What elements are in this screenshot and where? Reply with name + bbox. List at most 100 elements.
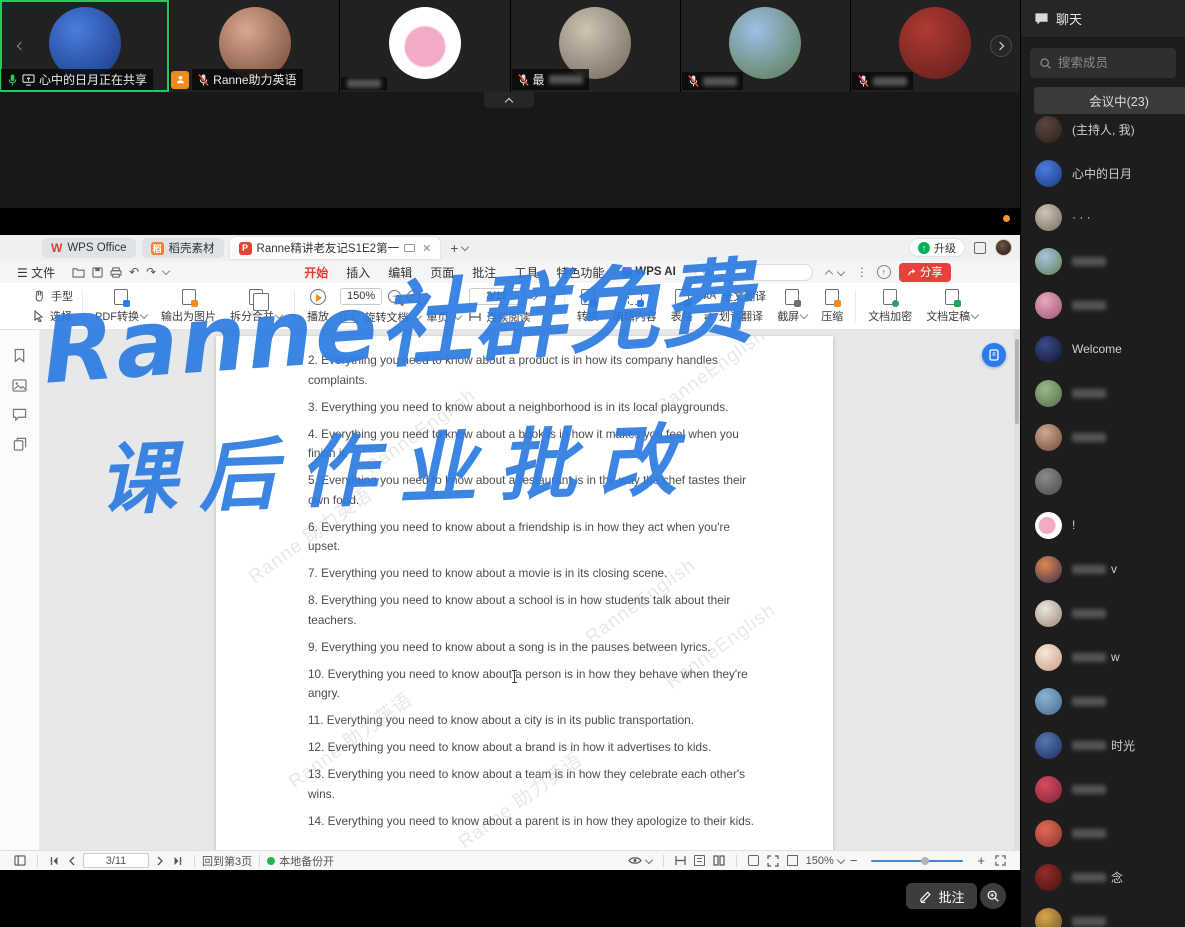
comment-bubble-icon[interactable]	[12, 408, 27, 421]
scrollbar-thumb[interactable]	[1015, 339, 1019, 424]
share-button[interactable]: 分享	[899, 263, 951, 282]
member-row[interactable]: v	[1021, 547, 1185, 591]
member-row[interactable]: (主持人, 我)	[1021, 107, 1185, 151]
member-row[interactable]: · · ·	[1021, 195, 1185, 239]
member-row[interactable]: Welcome	[1021, 327, 1185, 371]
next-page-icon[interactable]	[529, 292, 537, 300]
menu-file[interactable]: ☰ 文件	[8, 264, 64, 281]
member-row[interactable]: 心中的日月	[1021, 151, 1185, 195]
print-icon[interactable]	[110, 267, 122, 278]
video-tile[interactable]: Ranne助力英语	[170, 0, 339, 92]
member-row[interactable]	[1021, 371, 1185, 415]
last-page-button[interactable]	[173, 856, 183, 866]
menu-insert[interactable]: 插入	[337, 264, 379, 281]
fit-page-icon[interactable]	[767, 855, 779, 867]
zoom-slider[interactable]	[871, 860, 963, 862]
member-search-box[interactable]	[1030, 48, 1176, 78]
new-tab-button[interactable]: +	[450, 240, 458, 256]
member-row[interactable]	[1021, 283, 1185, 327]
bookmark-icon[interactable]	[13, 348, 26, 363]
first-page-button[interactable]	[49, 856, 59, 866]
magnifier-zoom-button[interactable]	[980, 883, 1006, 909]
member-row[interactable]: !	[1021, 503, 1185, 547]
select-tool-button[interactable]: 选择	[34, 308, 73, 324]
strip-collapse-button[interactable]	[484, 92, 534, 108]
menu-features[interactable]: 特色功能	[547, 264, 613, 281]
statusbar-page-box[interactable]: 3/11	[83, 853, 149, 868]
single-page-button[interactable]: 单页	[427, 309, 449, 325]
export-image-button[interactable]: 输出为图片	[154, 289, 223, 324]
edit-content-button[interactable]: 编辑内容	[606, 289, 664, 324]
zoom-percent-label[interactable]: 150%	[806, 855, 834, 867]
member-row[interactable]	[1021, 415, 1185, 459]
convert-button[interactable]: 转换	[570, 289, 606, 324]
more-menu-icon[interactable]: ⋮	[847, 265, 877, 279]
tab-daoke-material[interactable]: 稻 稻壳素材	[142, 238, 224, 258]
continuous-read-button[interactable]: 连续阅读	[469, 309, 555, 325]
zoom-in-icon[interactable]: +	[407, 290, 420, 303]
encrypt-button[interactable]: 文档加密	[861, 289, 919, 324]
menu-annotate[interactable]: 批注	[463, 264, 505, 281]
video-tile[interactable]: 最	[511, 0, 680, 92]
menu-wps-ai[interactable]: WPS AI	[613, 266, 684, 278]
fullscreen-icon[interactable]	[995, 855, 1006, 866]
translate-word-button[interactable]: ⇄划词翻译	[704, 308, 766, 324]
undo-icon[interactable]: ↶	[129, 265, 139, 279]
window-restore-icon[interactable]	[974, 242, 986, 254]
member-row[interactable]	[1021, 591, 1185, 635]
member-row[interactable]	[1021, 679, 1185, 723]
local-backup-label[interactable]: 本地备份开	[279, 853, 334, 869]
single-page-view-icon[interactable]	[694, 855, 705, 866]
search-input[interactable]	[1058, 56, 1167, 70]
menu-edit[interactable]: 编辑	[379, 264, 421, 281]
strip-next-button[interactable]	[990, 35, 1012, 57]
member-row[interactable]: w	[1021, 635, 1185, 679]
back-to-page-button[interactable]: 回到第3页	[202, 853, 252, 869]
video-tile[interactable]	[681, 0, 850, 92]
more-chevron-icon[interactable]	[162, 267, 170, 275]
upgrade-button[interactable]: ↑ 升级	[909, 238, 965, 257]
member-row[interactable]	[1021, 899, 1185, 927]
finalize-button[interactable]: 文档定稿	[919, 289, 985, 324]
rotate-doc-button[interactable]: 旋转文档	[365, 309, 409, 325]
menu-page[interactable]: 页面	[421, 264, 463, 281]
member-row[interactable]	[1021, 459, 1185, 503]
member-row[interactable]: 时光	[1021, 723, 1185, 767]
redo-icon[interactable]: ↷	[146, 265, 156, 279]
zoom-chevron-icon[interactable]	[837, 855, 845, 863]
fit-width-icon[interactable]	[748, 855, 759, 866]
menu-home[interactable]: 开始	[295, 264, 337, 281]
open-folder-icon[interactable]	[72, 267, 85, 278]
continuous-view-icon[interactable]	[675, 855, 686, 866]
compress-button[interactable]: 压缩	[814, 289, 850, 324]
find-prev-icon[interactable]	[825, 270, 833, 278]
double-page-view-icon[interactable]	[713, 855, 725, 866]
save-icon[interactable]	[92, 267, 103, 278]
last-page-icon[interactable]: ⇥	[546, 290, 555, 303]
pdf-convert-button[interactable]: PDF转换	[88, 289, 154, 324]
upload-cloud-icon[interactable]: ↑	[877, 265, 891, 279]
split-merge-button[interactable]: 拆分合并	[223, 289, 289, 324]
find-next-icon[interactable]	[837, 268, 845, 276]
zoom-out-icon[interactable]: −	[388, 290, 401, 303]
tab-wps-office[interactable]: W WPS Office	[42, 238, 136, 258]
member-row[interactable]	[1021, 239, 1185, 283]
member-row[interactable]	[1021, 767, 1185, 811]
account-avatar[interactable]	[995, 239, 1012, 256]
sidebar-toggle-icon[interactable]	[14, 855, 26, 866]
hand-tool-button[interactable]: 手型	[34, 288, 73, 304]
pages-copy-icon[interactable]	[13, 437, 27, 451]
command-search-box[interactable]	[695, 264, 813, 281]
video-tile[interactable]	[340, 0, 509, 92]
tab-list-chevron-icon[interactable]	[461, 243, 469, 251]
close-tab-icon[interactable]: ✕	[422, 242, 431, 255]
next-page-button[interactable]	[157, 856, 165, 866]
member-row[interactable]: 念	[1021, 855, 1185, 899]
annotate-button[interactable]: 批注	[906, 883, 977, 909]
tab-document-active[interactable]: P Ranne精讲老友记S1E2第一 ✕	[230, 237, 441, 259]
zoom-value-box[interactable]: 150%	[340, 288, 382, 305]
prev-page-button[interactable]	[67, 856, 75, 866]
strip-prev-button[interactable]	[8, 35, 30, 57]
mobile-doc-floating-button[interactable]	[982, 343, 1006, 367]
menu-tools[interactable]: 工具	[505, 264, 547, 281]
